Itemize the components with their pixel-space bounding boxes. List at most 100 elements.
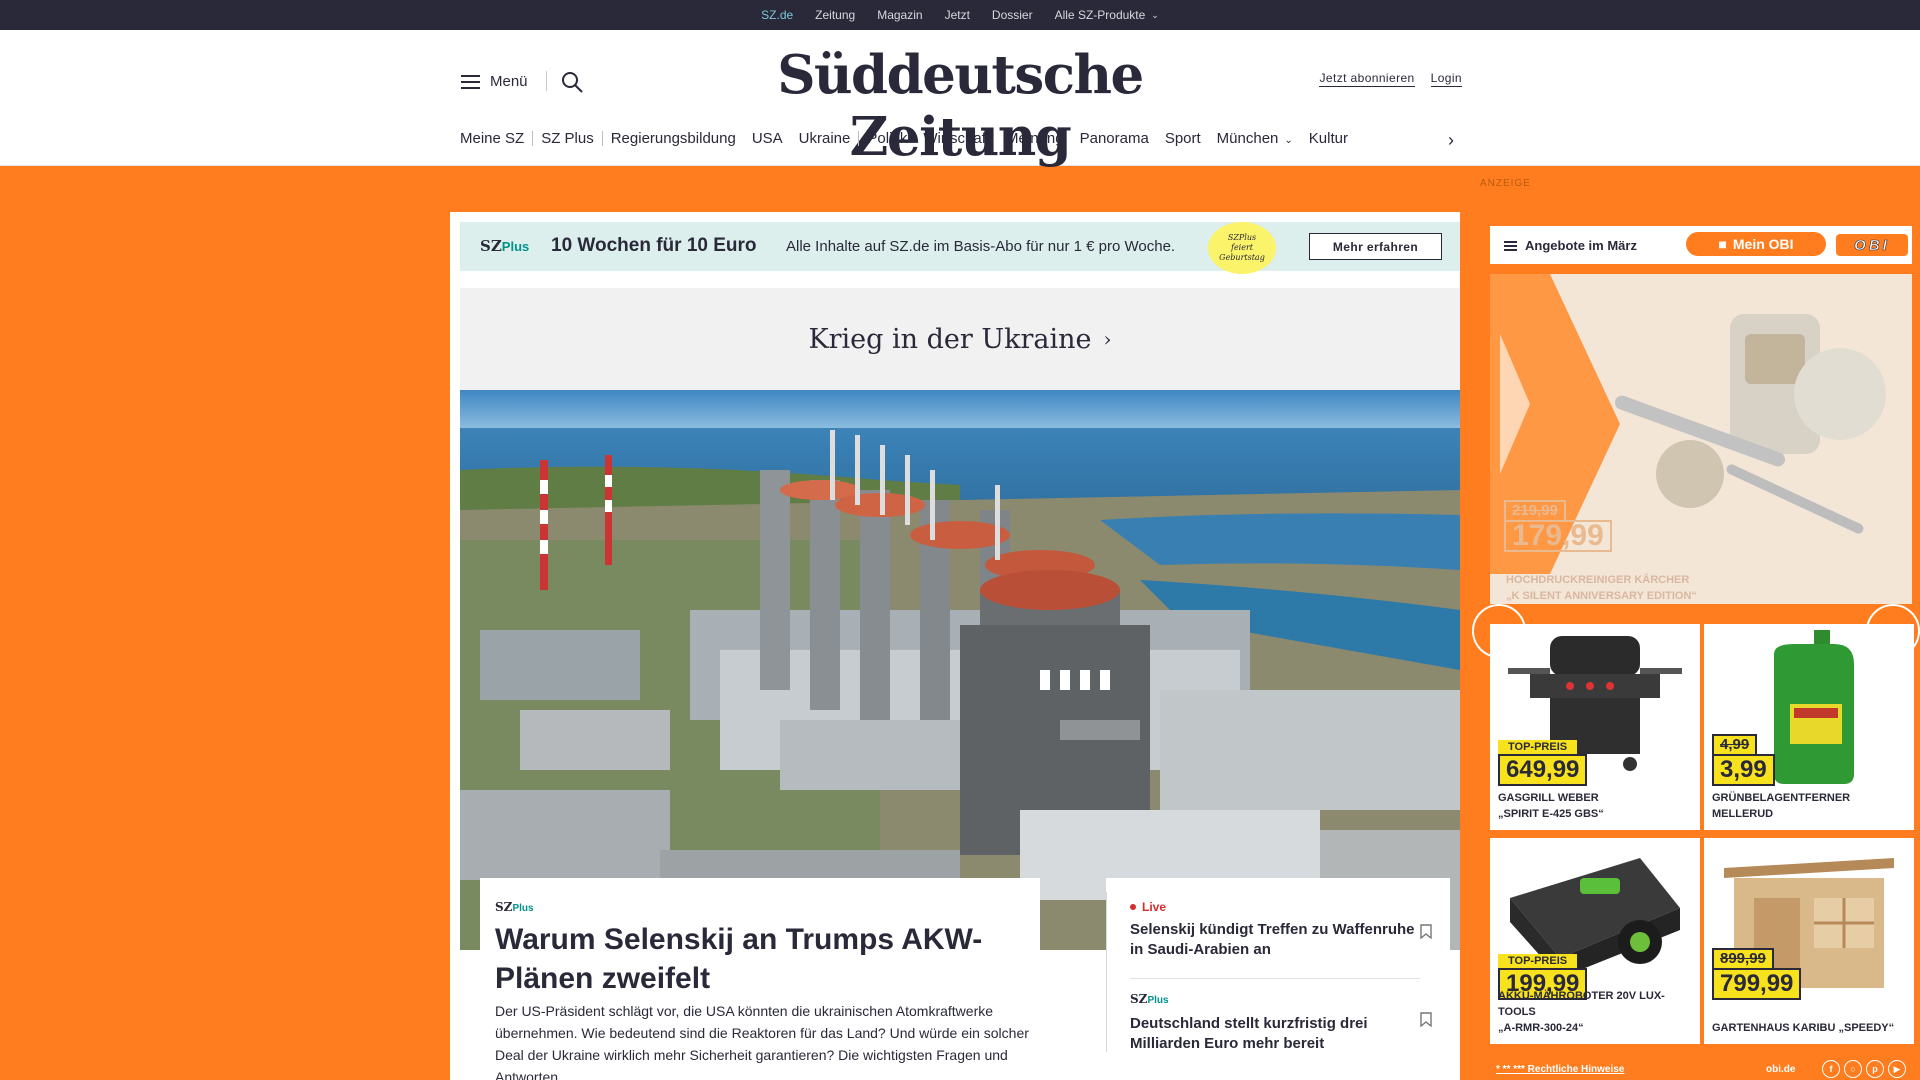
product-tile-gardenhouse[interactable]: 899,99 799,99 GARTENHAUS KARIBU „SPEEDY“ (1704, 838, 1914, 1044)
ad-footer: * ** *** Rechtliche Hinweise obi.de f ○ … (1490, 1058, 1912, 1080)
related-news: Live Selenskij kündigt Treffen zu Waffen… (1106, 878, 1450, 1080)
price: 649,99 (1498, 754, 1588, 786)
list-item: SZPlus Deutschland stellt kurzfristig dr… (1130, 990, 1420, 1054)
ad-menu-label: Angebote im März (1525, 238, 1637, 253)
badge-line: Geburtstag (1219, 253, 1265, 262)
search-icon[interactable] (560, 70, 584, 94)
chevron-down-icon: ⌄ (1284, 135, 1293, 146)
nav-item-politik[interactable]: Politik (859, 130, 915, 147)
ad-menu-button[interactable]: Angebote im März (1504, 238, 1637, 253)
nav-item-usa[interactable]: USA (744, 130, 791, 147)
product-name: AKKU-MÄHROBOTER 20V LUX-TOOLS „A-RMR-300… (1498, 988, 1700, 1036)
hero-caption: HOCHDRUCKREINIGER KÄRCHER „K SILENT ANNI… (1506, 572, 1697, 604)
divider (546, 71, 547, 91)
price: 799,99 (1712, 968, 1802, 1000)
nav-item-muenchen[interactable]: München ⌄ (1209, 130, 1301, 147)
menu-label: Menü (490, 73, 528, 90)
product-name-line: GASGRILL WEBER (1498, 792, 1599, 804)
topbar-link-magazin[interactable]: Magazin (877, 0, 922, 30)
bookmark-icon[interactable] (1420, 1012, 1432, 1027)
nav-item-regierungsbildung[interactable]: Regierungsbildung (603, 130, 744, 147)
topbar-link-szde[interactable]: SZ.de (761, 0, 793, 36)
sz-plus-logo: SZPlus (1130, 992, 1169, 1006)
nav-item-kultur[interactable]: Kultur (1301, 130, 1356, 147)
nav-item-meinung[interactable]: Meinung (998, 130, 1072, 147)
related-headline[interactable]: Selenskij kündigt Treffen zu Waffenruhe … (1130, 920, 1420, 960)
sz-plus-logo: SZPlus (495, 900, 534, 914)
menu-button[interactable]: Menü (461, 73, 528, 90)
ad-hero-product[interactable]: 219,99 179,99 HOCHDRUCKREINIGER KÄRCHER … (1490, 274, 1912, 604)
topbar-link-jetzt[interactable]: Jetzt (945, 0, 970, 30)
ad-domain: obi.de (1766, 1063, 1796, 1075)
product-tile-grill[interactable]: TOP-PREIS 649,99 GASGRILL WEBER „SPIRIT … (1490, 624, 1700, 830)
article-teaser: Der US-Präsident schlägt vor, die USA kö… (495, 1003, 1029, 1080)
topbar-link-zeitung[interactable]: Zeitung (815, 0, 855, 30)
social-links: f ○ p ▶ (1822, 1060, 1906, 1078)
chevron-down-icon: ⌄ (1151, 9, 1159, 20)
nav-item-sport[interactable]: Sport (1157, 130, 1209, 147)
sz-plus-suffix: Plus (512, 903, 534, 914)
old-price: 219,99 (1504, 500, 1566, 520)
product-tile-mower[interactable]: TOP-PREIS 199,99 AKKU-MÄHROBOTER 20V LUX… (1490, 838, 1700, 1044)
account-links: Jetzt abonnieren Login (1319, 71, 1462, 87)
chevron-right-icon[interactable]: › (1448, 130, 1454, 151)
badge-line: SZPlus (1227, 233, 1257, 242)
site-logo[interactable]: Süddeutsche Zeitung (720, 44, 1200, 168)
divider (1106, 892, 1107, 1052)
old-price: 4,99 (1712, 734, 1758, 754)
badge-line: feiert (1230, 243, 1254, 252)
topbar-products-dropdown[interactable]: Alle SZ-Produkte ⌄ (1055, 0, 1159, 30)
legal-notes-link[interactable]: * ** *** Rechtliche Hinweise (1496, 1064, 1624, 1075)
product-name-line: AKKU-MÄHROBOTER 20V LUX-TOOLS (1498, 990, 1665, 1018)
mein-obi-button[interactable]: ■ Mein OBI (1686, 232, 1826, 256)
nav-item-ukraine[interactable]: Ukraine (791, 130, 859, 147)
pressure-washer-image (1490, 274, 1912, 604)
youtube-icon[interactable]: ▶ (1888, 1060, 1906, 1078)
live-label: Live (1142, 900, 1167, 914)
ad-header: Angebote im März ■ Mein OBI OBI (1490, 226, 1912, 264)
caption-line: HOCHDRUCKREINIGER KÄRCHER (1506, 574, 1690, 586)
obi-logo: OBI (1836, 234, 1908, 256)
hamburger-icon (461, 74, 480, 89)
garden-house-image (1724, 858, 1894, 988)
price: 179,99 (1504, 520, 1612, 552)
power-plant-photo (460, 390, 1460, 950)
sz-plus-suffix: Plus (501, 239, 530, 254)
product-tile-cleaner[interactable]: 4,99 3,99 GRÜNBELAGENTFERNER MELLERUD (1704, 624, 1914, 830)
live-dot-icon (1130, 904, 1136, 910)
nav-item-meine-sz[interactable]: Meine SZ (460, 130, 532, 147)
top-price-tag: TOP-PREIS (1498, 740, 1578, 754)
nav-item-sz-plus[interactable]: SZ Plus (533, 130, 602, 147)
hamburger-icon (1504, 240, 1517, 251)
facebook-icon[interactable]: f (1822, 1060, 1840, 1078)
price: 3,99 (1712, 754, 1775, 786)
price-box: TOP-PREIS 649,99 (1498, 740, 1588, 786)
caption-line: „K SILENT ANNIVERSARY EDITION“ (1506, 590, 1697, 602)
related-headline[interactable]: Deutschland stellt kurzfristig drei Mill… (1130, 1014, 1420, 1054)
ad-label: ANZEIGE (1480, 178, 1531, 189)
section-title: Krieg in der Ukraine (808, 323, 1092, 355)
divider (1130, 978, 1420, 979)
lead-article: SZPlus Warum Selenskij an Trumps AKW-Plä… (480, 878, 1040, 1080)
article-headline[interactable]: Warum Selenskij an Trumps AKW-Plänen zwe… (495, 920, 1025, 998)
price-box: 899,99 799,99 (1712, 948, 1802, 1000)
section-header[interactable]: Krieg in der Ukraine › (460, 288, 1460, 390)
nav-item-panorama[interactable]: Panorama (1072, 130, 1157, 147)
sz-plus-brand: SZ (495, 900, 513, 914)
instagram-icon[interactable]: ○ (1844, 1060, 1862, 1078)
obi-advertisement: Angebote im März ■ Mein OBI OBI 219,99 1… (1472, 216, 1920, 1080)
hero-image[interactable] (460, 390, 1460, 950)
product-name: GASGRILL WEBER „SPIRIT E-425 GBS“ (1498, 790, 1604, 822)
pinterest-icon[interactable]: p (1866, 1060, 1884, 1078)
product-name: GARTENHAUS KARIBU „SPEEDY“ (1712, 1020, 1894, 1036)
main-navigation: Meine SZ SZ Plus Regierungsbildung USA U… (460, 130, 1356, 147)
mehr-erfahren-button[interactable]: Mehr erfahren (1309, 233, 1442, 260)
top-bar: SZ.de Zeitung Magazin Jetzt Dossier Alle… (0, 0, 1920, 36)
login-link[interactable]: Login (1430, 71, 1462, 87)
live-badge: Live (1130, 900, 1420, 914)
topbar-link-dossier[interactable]: Dossier (992, 0, 1033, 30)
nav-item-wirtschaft[interactable]: Wirtschaft (915, 130, 998, 147)
subscribe-link[interactable]: Jetzt abonnieren (1319, 71, 1415, 87)
bookmark-icon[interactable] (1420, 924, 1432, 939)
promo-text: Alle Inhalte auf SZ.de im Basis-Abo für … (786, 238, 1176, 255)
